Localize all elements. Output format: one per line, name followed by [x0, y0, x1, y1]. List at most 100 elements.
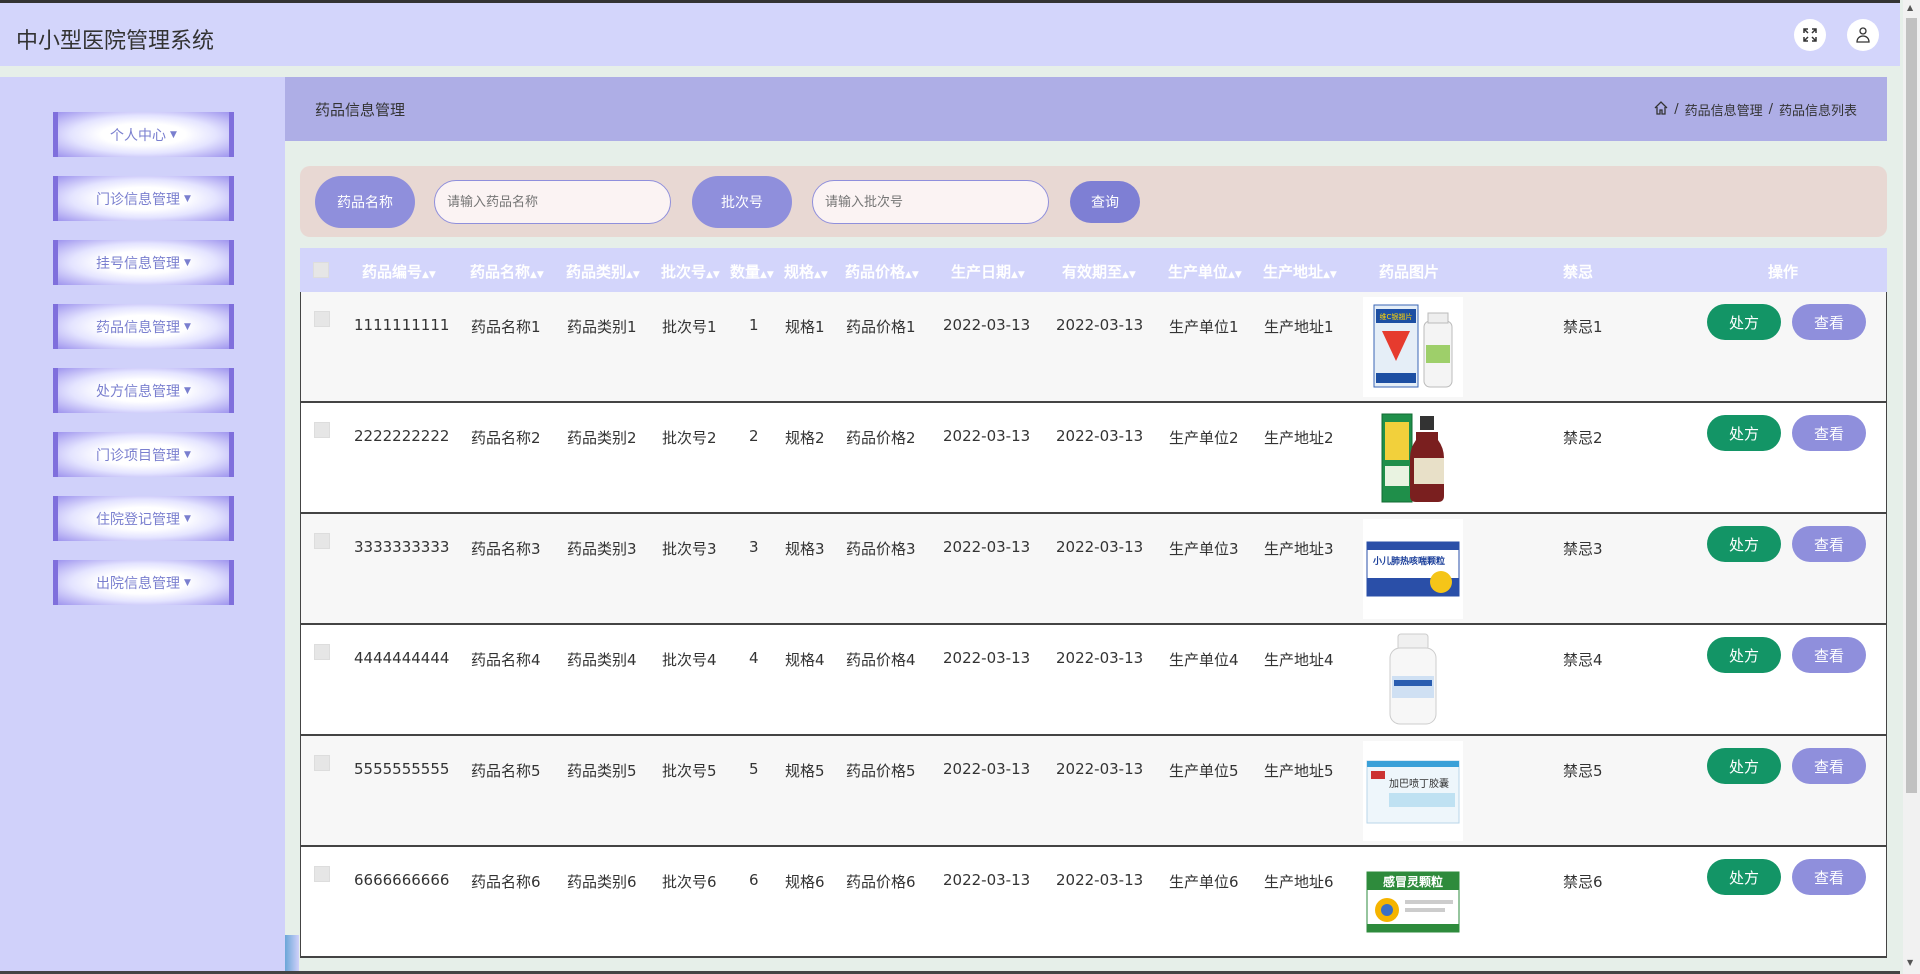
scrollbar-thumb[interactable]	[1906, 18, 1917, 793]
column-header[interactable]: 批次号▲▼	[661, 261, 720, 282]
cell-qty: 3	[749, 538, 759, 556]
cell-price: 药品价格1	[846, 318, 916, 336]
sidebar-item-label: 门诊项目管理	[96, 447, 181, 464]
row-checkbox[interactable]	[314, 755, 330, 771]
column-header[interactable]: 规格▲▼	[784, 261, 828, 282]
cell-maker: 生产单位4	[1169, 651, 1239, 669]
cell-code: 6666666666	[354, 871, 450, 889]
caret-down-icon: ▼	[184, 257, 191, 268]
row-checkbox[interactable]	[314, 866, 330, 882]
column-header[interactable]: 生产日期▲▼	[951, 261, 1025, 282]
table-row: 4444444444 药品名称4 药品类别4 批次号4 4 规格4 药品价格4 …	[300, 625, 1887, 736]
sidebar-item-personal-center[interactable]: 个人中心 ▼	[53, 112, 234, 157]
cell-qty: 5	[749, 760, 759, 778]
user-icon[interactable]	[1847, 19, 1879, 51]
column-header[interactable]: 有效期至▲▼	[1062, 261, 1136, 282]
drug-name-input[interactable]	[434, 180, 671, 224]
column-header: 禁忌	[1563, 263, 1594, 281]
sidebar-item-label: 门诊信息管理	[96, 191, 181, 208]
cell-code: 5555555555	[354, 760, 450, 778]
prescribe-button[interactable]: 处方	[1707, 637, 1781, 673]
page-scrollbar[interactable]: ▲ ▼	[1903, 0, 1920, 974]
scroll-up-icon[interactable]: ▲	[1907, 3, 1913, 12]
prescribe-button[interactable]: 处方	[1707, 526, 1781, 562]
prescribe-button[interactable]: 处方	[1707, 748, 1781, 784]
column-header[interactable]: 药品名称▲▼	[470, 261, 544, 282]
sidebar-item-prescriptions[interactable]: 处方信息管理 ▼	[53, 368, 234, 413]
row-checkbox[interactable]	[314, 533, 330, 549]
table-row: 3333333333 药品名称3 药品类别3 批次号3 3 规格3 药品价格3 …	[300, 514, 1887, 625]
sidebar-item-drugs[interactable]: 药品信息管理 ▼	[53, 304, 234, 349]
breadcrumb: / 药品信息管理 / 药品信息列表	[1654, 100, 1857, 119]
row-checkbox[interactable]	[314, 422, 330, 438]
drug-image	[1363, 408, 1463, 508]
sort-icon: ▲▼	[1011, 270, 1025, 280]
cell-address: 生产地址3	[1264, 540, 1334, 558]
view-button[interactable]: 查看	[1792, 637, 1866, 673]
drug-image-label: 加巴喷丁胶囊	[1389, 777, 1449, 790]
sidebar-item-registration[interactable]: 挂号信息管理 ▼	[53, 240, 234, 285]
cell-price: 药品价格3	[846, 540, 916, 558]
column-header[interactable]: 数量▲▼	[730, 261, 774, 282]
sidebar-decoration	[285, 935, 299, 974]
scroll-down-icon[interactable]: ▼	[1907, 958, 1913, 967]
sidebar-item-label: 个人中心	[110, 127, 167, 144]
column-header-label: 有效期至	[1062, 263, 1123, 281]
cell-name: 药品名称1	[471, 318, 541, 336]
row-checkbox[interactable]	[314, 644, 330, 660]
batch-number-label: 批次号	[692, 176, 792, 228]
column-header-label: 生产日期	[951, 263, 1012, 281]
column-header[interactable]: 生产地址▲▼	[1263, 261, 1337, 282]
cell-name: 药品名称6	[471, 873, 541, 891]
prescribe-button[interactable]: 处方	[1707, 304, 1781, 340]
drug-image-label: 感冒灵颗粒	[1383, 874, 1443, 889]
view-button[interactable]: 查看	[1792, 859, 1866, 895]
cell-maker: 生产单位3	[1169, 540, 1239, 558]
column-header[interactable]: 药品价格▲▼	[845, 261, 919, 282]
column-header: 药品图片	[1379, 263, 1440, 281]
prescribe-button[interactable]: 处方	[1707, 859, 1781, 895]
home-icon[interactable]	[1654, 100, 1668, 119]
column-header[interactable]: 药品类别▲▼	[566, 261, 640, 282]
column-header-label: 批次号	[661, 263, 707, 281]
prescribe-button[interactable]: 处方	[1707, 415, 1781, 451]
expand-icon[interactable]	[1794, 19, 1826, 51]
view-button[interactable]: 查看	[1792, 526, 1866, 562]
cell-mfg-date: 2022-03-13	[943, 649, 1031, 667]
sidebar: 个人中心 ▼ 门诊信息管理 ▼ 挂号信息管理 ▼ 药品信息管理 ▼ 处方信息管理 ▼ 门诊…	[0, 77, 285, 974]
cell-batch: 批次号3	[662, 540, 717, 558]
sidebar-item-admission[interactable]: 住院登记管理 ▼	[53, 496, 234, 541]
cell-mfg-date: 2022-03-13	[943, 316, 1031, 334]
cell-maker: 生产单位5	[1169, 762, 1239, 780]
cell-spec: 规格5	[785, 762, 825, 780]
view-button[interactable]: 查看	[1792, 415, 1866, 451]
sidebar-item-outpatient[interactable]: 门诊信息管理 ▼	[53, 176, 234, 221]
breadcrumb-item[interactable]: 药品信息管理	[1685, 100, 1763, 119]
cell-category: 药品类别2	[567, 429, 637, 447]
breadcrumb-separator: /	[1768, 102, 1773, 117]
column-header[interactable]: 生产单位▲▼	[1168, 261, 1242, 282]
cell-maker: 生产单位2	[1169, 429, 1239, 447]
cell-name: 药品名称2	[471, 429, 541, 447]
batch-number-input[interactable]	[812, 180, 1049, 224]
cell-taboo: 禁忌4	[1563, 651, 1603, 669]
cell-mfg-date: 2022-03-13	[943, 427, 1031, 445]
column-header[interactable]: 药品编号▲▼	[362, 261, 436, 282]
view-button[interactable]: 查看	[1792, 304, 1866, 340]
column-header-label: 规格	[784, 263, 815, 281]
caret-down-icon: ▼	[184, 193, 191, 204]
column-header: 操作	[1768, 263, 1799, 281]
sidebar-item-outpatient-projects[interactable]: 门诊项目管理 ▼	[53, 432, 234, 477]
column-header-label: 数量	[730, 263, 761, 281]
view-button[interactable]: 查看	[1792, 748, 1866, 784]
drug-image: 感冒灵颗粒	[1363, 852, 1463, 952]
sort-icon: ▲▼	[905, 270, 919, 280]
row-checkbox[interactable]	[314, 311, 330, 327]
sidebar-item-discharge[interactable]: 出院信息管理 ▼	[53, 560, 234, 605]
cell-name: 药品名称4	[471, 651, 541, 669]
drug-name-label: 药品名称	[315, 176, 415, 228]
query-button[interactable]: 查询	[1070, 181, 1140, 223]
caret-down-icon: ▼	[184, 385, 191, 396]
sort-icon: ▲▼	[1323, 270, 1337, 280]
select-all-checkbox[interactable]	[313, 262, 329, 278]
